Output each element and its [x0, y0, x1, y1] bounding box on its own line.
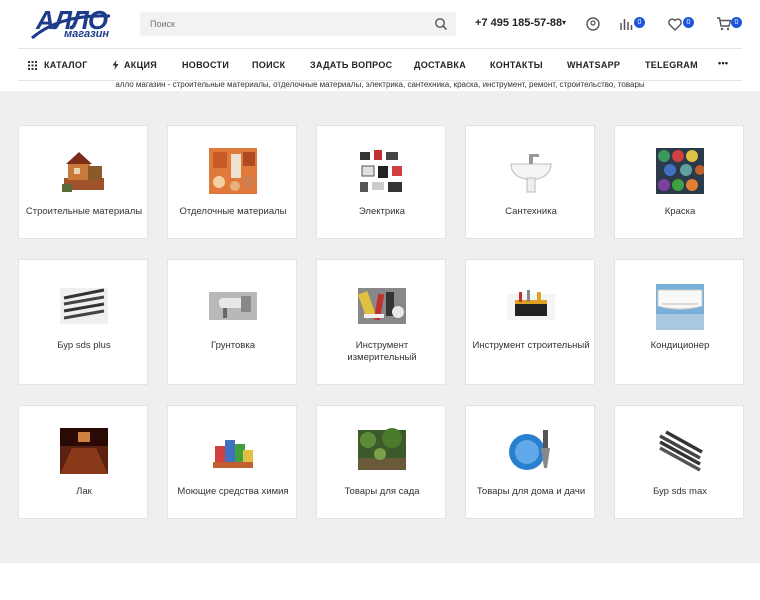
lightning-icon: [112, 60, 119, 70]
primer-icon: [209, 292, 257, 320]
nav-catalog[interactable]: КАТАЛОГ: [44, 60, 88, 70]
dishes-icon: [509, 430, 550, 470]
nav-delivery[interactable]: ДОСТАВКА: [414, 60, 466, 70]
drill-bits-icon: [60, 288, 108, 324]
category-card[interactable]: Бур sds max: [614, 405, 744, 519]
detergents-icon: [213, 440, 253, 468]
category-label: Электрика: [358, 206, 406, 217]
nav-contacts[interactable]: КОНТАКТЫ: [490, 60, 543, 70]
heart-icon[interactable]: [667, 16, 683, 32]
category-card[interactable]: Товары для сада: [316, 405, 446, 519]
category-label: Сантехника: [505, 206, 557, 217]
phone-number[interactable]: +7 495 185-57-88: [475, 17, 562, 29]
category-label: Кондиционер: [650, 340, 710, 351]
tiles-icon: [209, 148, 257, 194]
category-label: Товары для дома и дачи: [476, 486, 586, 497]
paint-cans-icon: [656, 148, 704, 194]
nav-telegram[interactable]: TELEGRAM: [645, 60, 698, 70]
tool-bag-icon: [507, 290, 555, 320]
site-tagline: алло магазин - строительные материалы, о…: [115, 80, 645, 89]
nav-ask-question[interactable]: ЗАДАТЬ ВОПРОС: [310, 60, 392, 70]
category-card[interactable]: Моющие средства химия: [167, 405, 297, 519]
category-card[interactable]: Строительные материалы: [18, 125, 148, 239]
search-input[interactable]: [140, 12, 420, 36]
category-card[interactable]: Товары для дома и дачи: [465, 405, 595, 519]
category-card[interactable]: Бур sds plus: [18, 259, 148, 385]
category-card[interactable]: Инструмент измерительный: [316, 259, 446, 385]
nav-more[interactable]: •••: [718, 58, 728, 68]
sink-icon: [510, 154, 552, 193]
category-card[interactable]: Лак: [18, 405, 148, 519]
nav-search[interactable]: ПОИСК: [252, 60, 285, 70]
category-label: Отделочные материалы: [179, 206, 287, 217]
category-card[interactable]: Краска: [614, 125, 744, 239]
category-label: Инструмент строительный: [472, 340, 590, 351]
electrical-icon: [360, 150, 402, 192]
category-label: Строительные материалы: [25, 206, 143, 217]
garden-icon: [358, 428, 406, 470]
chevron-down-icon[interactable]: ▾: [562, 18, 566, 27]
category-label: Инструмент измерительный: [347, 340, 417, 363]
category-label: Краска: [664, 206, 696, 217]
site-header: АЛЛО магазин +7 495 185-57-88 ▾ 0 0 0: [0, 0, 760, 48]
search-icon[interactable]: [434, 17, 448, 31]
nav-whatsapp[interactable]: WHATSAPP: [567, 60, 620, 70]
logo[interactable]: АЛЛО магазин: [30, 5, 112, 40]
favorites-count-badge: 0: [683, 17, 694, 28]
category-card[interactable]: Отделочные материалы: [167, 125, 297, 239]
cart-icon[interactable]: [716, 16, 732, 32]
drill-bits-max-icon: [659, 430, 703, 472]
category-card[interactable]: Кондиционер: [614, 259, 744, 385]
category-label: Бур sds plus: [57, 340, 111, 351]
category-label: Товары для сада: [344, 486, 420, 497]
category-label: Грунтовка: [210, 340, 255, 351]
measuring-tools-icon: [358, 288, 406, 324]
house-icon: [62, 152, 104, 192]
category-card[interactable]: Электрика: [316, 125, 446, 239]
nav-news[interactable]: НОВОСТИ: [182, 60, 229, 70]
logo-subtext: магазин: [64, 28, 110, 40]
cart-count-badge: 0: [731, 17, 742, 28]
nav-sale[interactable]: АКЦИЯ: [124, 60, 157, 70]
varnish-floor-icon: [60, 428, 108, 474]
grid-icon: [28, 61, 37, 70]
compare-icon[interactable]: [618, 16, 634, 32]
category-card[interactable]: Инструмент строительный: [465, 259, 595, 385]
category-label: Бур sds max: [653, 486, 707, 497]
category-card[interactable]: Грунтовка: [167, 259, 297, 385]
search-bar: [140, 12, 456, 36]
category-label: Лак: [76, 486, 92, 497]
air-conditioner-icon: [656, 284, 704, 330]
category-card[interactable]: Сантехника: [465, 125, 595, 239]
catalog-grid: Строительные материалы Отделочные матери…: [0, 91, 760, 563]
compare-count-badge: 0: [634, 17, 645, 28]
main-nav: КАТАЛОГ АКЦИЯ НОВОСТИ ПОИСК ЗАДАТЬ ВОПРО…: [18, 48, 742, 81]
category-label: Моющие средства химия: [177, 486, 289, 497]
user-icon[interactable]: [585, 16, 601, 32]
